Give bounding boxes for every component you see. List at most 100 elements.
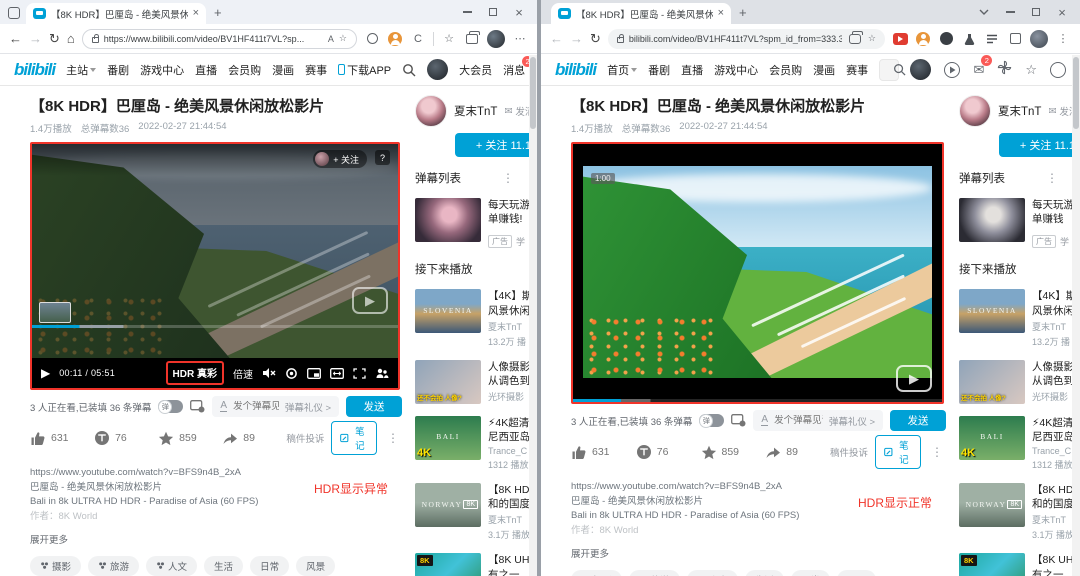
playback-speed-button[interactable]: 倍速 <box>233 366 253 381</box>
browser-tab[interactable]: 【8K HDR】巴厘岛 - 绝美风景休 × <box>26 3 206 24</box>
scrollbar-thumb[interactable] <box>530 57 536 129</box>
danmaku-settings-icon[interactable] <box>190 400 205 413</box>
video-card-up[interactable]: Trance_C <box>488 446 530 456</box>
search-icon[interactable] <box>893 63 906 76</box>
tag-channel[interactable]: 旅游 <box>88 556 139 576</box>
favorites-icon[interactable]: ☆ <box>441 31 457 47</box>
video-card-title[interactable]: 和的国度 <box>488 497 530 511</box>
read-aloud-icon[interactable]: A <box>328 34 334 44</box>
share-button[interactable]: 89 <box>765 445 823 459</box>
volume-muted-icon[interactable] <box>262 367 276 379</box>
sidebar-extension-icon[interactable] <box>1007 31 1023 47</box>
nav-home[interactable]: 主站 <box>66 62 96 78</box>
video-card-title[interactable]: 【8K UH <box>1032 553 1073 567</box>
uploader-avatar[interactable] <box>959 95 991 127</box>
bookmark-star-icon[interactable]: ☆ <box>868 33 876 44</box>
video-thumbnail[interactable]: NORWAY8K <box>415 483 481 527</box>
messages-link[interactable]: 消息2 <box>503 62 525 78</box>
report-link[interactable]: 稿件投诉 <box>830 445 868 459</box>
progress-bar[interactable] <box>573 399 942 402</box>
nav-esports[interactable]: 赛事 <box>846 62 868 78</box>
new-tab-button[interactable]: + <box>739 5 747 20</box>
danmaku-text-field[interactable] <box>233 401 279 412</box>
scrollbar-thumb[interactable] <box>1073 57 1079 129</box>
recommended-video[interactable]: BALI4K ⚡4K超清 尼西亚岛 Trance_C 1312 播放 <box>415 416 537 471</box>
browser-avatar[interactable] <box>487 30 505 48</box>
extension-icon[interactable] <box>364 31 380 47</box>
ad-thumbnail[interactable] <box>959 198 1025 242</box>
recommended-video[interactable]: 8K 【8K UH 有之一 我就是那 80.0万 播 <box>959 553 1080 576</box>
recommended-video[interactable]: SLOVENIA 【4K】斯 风景休闲 夏末TnT 13.2万 播 <box>415 289 537 347</box>
uploader-name[interactable]: 夏末TnT <box>998 103 1041 119</box>
nav-manga[interactable]: 漫画 <box>272 62 294 78</box>
expand-more-link[interactable]: 展开更多 <box>571 546 946 560</box>
nav-download-app[interactable]: 下载APP <box>338 62 391 78</box>
recommended-video[interactable]: 还不会拍 人像? 人像摄影 从调色到 光环摄影 <box>415 360 537 404</box>
moments-icon[interactable] <box>997 60 1012 80</box>
favorite-star-icon[interactable]: ☆ <box>339 33 347 44</box>
video-area[interactable]: 1:00 ▶ <box>573 144 942 402</box>
recommended-video[interactable]: NORWAY8K 【8K HD 和的国度 夏末TnT 3.1万 播放 <box>415 483 537 541</box>
tag-channel[interactable]: 旅游 <box>629 570 680 576</box>
address-bar[interactable]: bilibili.com/video/BV1HF411t7VL?spm_id_f… <box>608 29 885 49</box>
nav-bangumi[interactable]: 番剧 <box>648 62 670 78</box>
danmaku-input[interactable]: A 弹幕礼仪 > <box>753 410 883 431</box>
video-card-title[interactable]: ⚡4K超清 <box>1032 416 1074 430</box>
search-icon[interactable] <box>402 63 416 77</box>
video-player-annotated[interactable]: 1:00 ▶ <box>571 142 944 404</box>
video-thumbnail[interactable]: NORWAY8K <box>959 483 1025 527</box>
nav-manga[interactable]: 漫画 <box>813 62 835 78</box>
video-card-title[interactable]: 从调色到 <box>488 374 530 388</box>
creator-center-icon[interactable] <box>944 62 960 78</box>
favorite-button[interactable]: 859 <box>158 431 215 446</box>
video-player-annotated[interactable]: + 关注 ? ▶ ▶ 00:11 / 05:51 HDR 真彩 倍速 <box>30 142 400 390</box>
recommended-video[interactable]: BALI4K ⚡4K超清 尼西亚岛 Trance_C 1312 播放 <box>959 416 1080 471</box>
vip-link[interactable]: 大会员 <box>459 62 492 78</box>
messages-icon[interactable]: ✉2 <box>973 61 984 79</box>
nav-home[interactable]: 首页 <box>607 62 637 78</box>
nav-esports[interactable]: 赛事 <box>305 62 327 78</box>
player-follow-button[interactable]: + 关注 <box>313 150 367 168</box>
watch-together-icon[interactable] <box>375 367 389 379</box>
ad-thumbnail[interactable] <box>415 198 481 242</box>
maximize-button[interactable] <box>487 6 499 18</box>
nav-live[interactable]: 直播 <box>195 62 217 78</box>
danmaku-style-icon[interactable]: A <box>761 415 768 427</box>
danmaku-settings-icon[interactable] <box>731 414 746 427</box>
description-line[interactable]: https://www.youtube.com/watch?v=BFS9n4B_… <box>571 480 819 495</box>
refresh-icon[interactable]: ↻ <box>49 32 60 45</box>
favorites-icon[interactable]: ☆ <box>1025 63 1037 76</box>
video-card-title[interactable]: 尼西亚岛 <box>488 430 530 444</box>
nav-live[interactable]: 直播 <box>681 62 703 78</box>
video-card-title[interactable]: 【4K】斯 <box>1032 289 1076 303</box>
video-card-up[interactable]: 光环摄影 <box>1032 390 1074 403</box>
ad-title[interactable]: 每天玩游 <box>488 198 530 212</box>
play-button[interactable]: ▶ <box>41 366 50 380</box>
video-card-title[interactable]: 人像摄影 <box>1032 360 1074 374</box>
close-button[interactable]: × <box>513 6 525 18</box>
danmaku-list-more-icon[interactable]: ⋮ <box>499 171 517 185</box>
list-extension-icon[interactable] <box>984 31 1000 47</box>
recommended-video[interactable]: 8K 【8K UH 有之一 我就是那 80.0万 播 <box>415 553 537 576</box>
video-card-up[interactable]: 夏末TnT <box>488 513 530 526</box>
bilibili-search-box[interactable] <box>879 59 899 81</box>
video-area[interactable]: + 关注 ? ▶ <box>32 144 398 358</box>
favorite-button[interactable]: 859 <box>701 445 759 460</box>
danmaku-toggle[interactable]: 弹 <box>158 400 183 413</box>
recommended-video[interactable]: 还不会拍 人像? 人像摄影 从调色到 光环摄影 <box>959 360 1080 404</box>
video-card-title[interactable]: 风景休闲 <box>488 304 532 318</box>
nav-bangumi[interactable]: 番剧 <box>107 62 129 78</box>
nav-shop[interactable]: 会员购 <box>228 62 261 78</box>
ad-card[interactable]: 每天玩游 单赚钱! 广告学 <box>415 198 537 248</box>
tag-channel[interactable]: 摄影 <box>571 570 622 576</box>
coin-button[interactable]: 76 <box>94 430 151 446</box>
youtube-extension-icon[interactable] <box>892 31 908 47</box>
video-thumbnail[interactable]: BALI4K <box>959 416 1025 460</box>
tag[interactable]: 生活 <box>204 556 243 576</box>
video-card-title[interactable]: ⚡4K超清 <box>488 416 530 430</box>
danmaku-toggle[interactable]: 弹 <box>699 414 724 427</box>
more-menu-icon[interactable]: ⋮ <box>1055 31 1071 47</box>
video-card-title[interactable]: 有之一 <box>1032 568 1073 576</box>
video-thumbnail[interactable]: 8K <box>959 553 1025 576</box>
tag-channel[interactable]: 人文 <box>687 570 738 576</box>
